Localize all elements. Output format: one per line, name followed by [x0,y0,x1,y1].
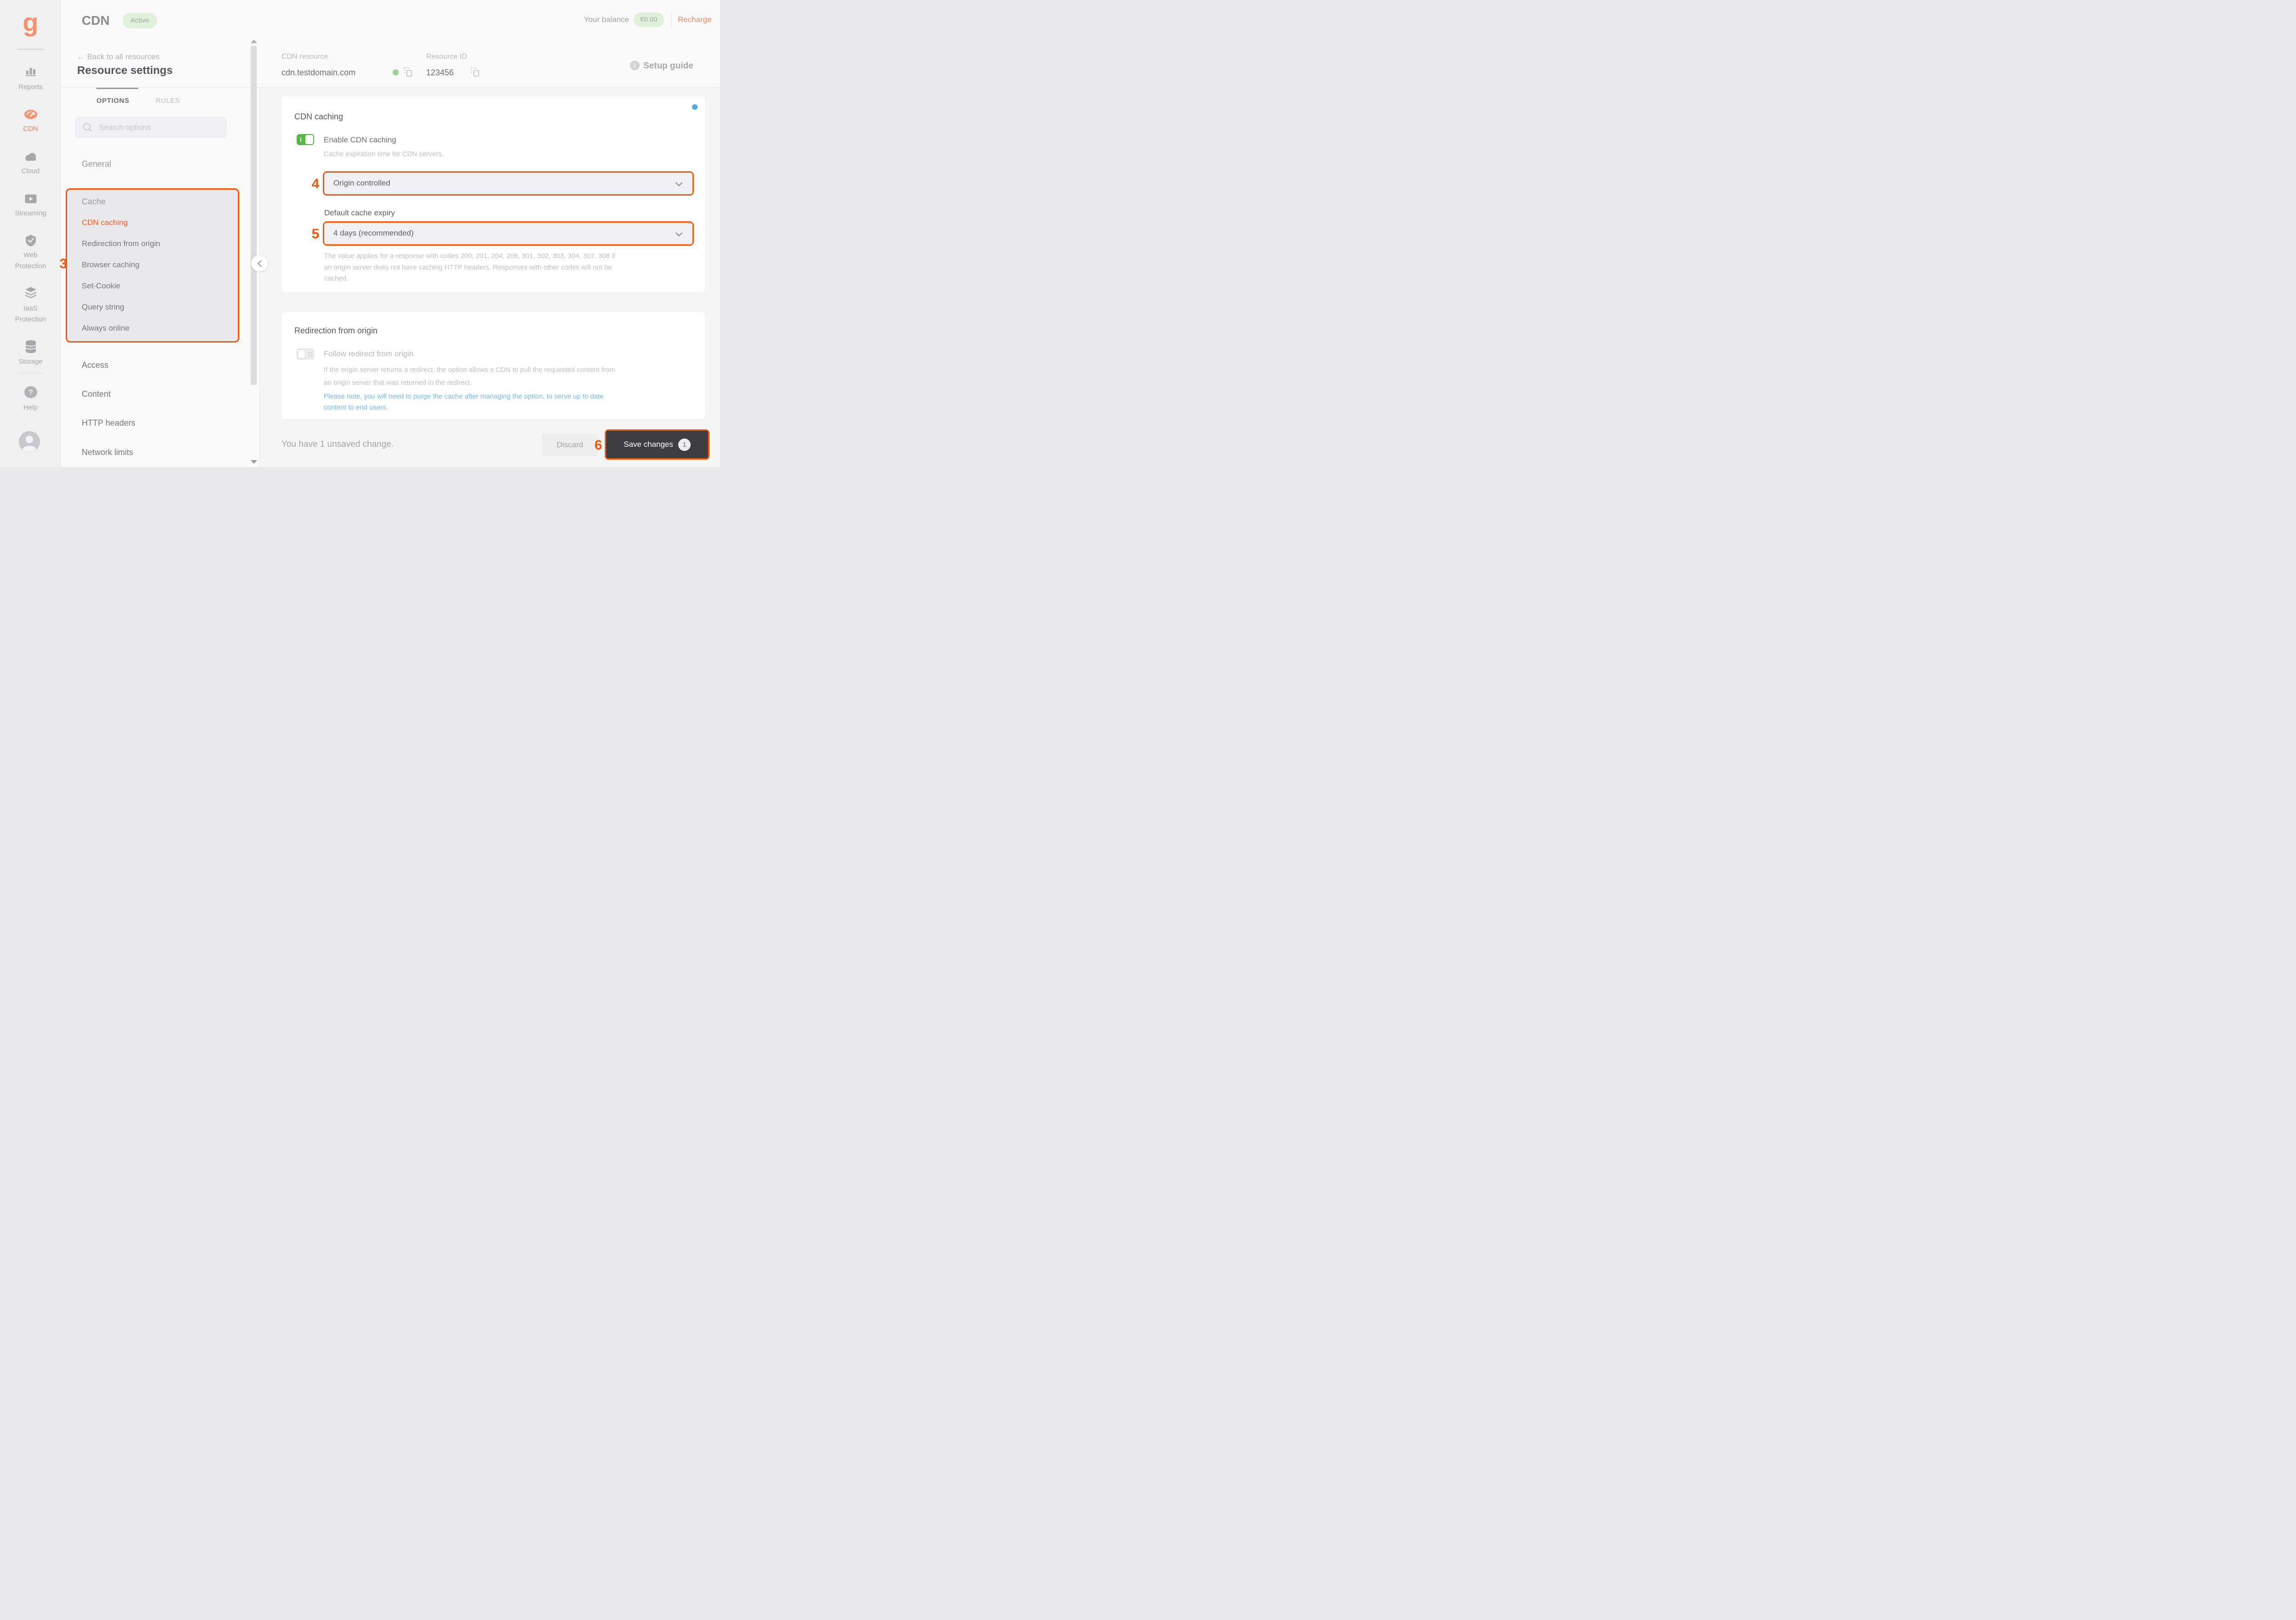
copy-id-icon[interactable] [471,67,480,79]
menu-item-set-cookie[interactable]: Set-Cookie [82,281,120,291]
follow-redirect-label: Follow redirect from origin [324,349,414,358]
cache-method-select[interactable]: Origin controlled [323,171,694,196]
cache-options-group-highlight: Cache CDN caching Redirection from origi… [66,188,239,343]
streaming-icon[interactable] [0,194,61,204]
recharge-link[interactable]: Recharge [678,15,712,24]
tab-rules[interactable]: RULES [156,97,180,105]
app-window: g Reports CDN Cloud Streaming Web Protec… [0,0,720,467]
save-changes-count-badge: 1 [678,438,691,451]
cdn-icon[interactable] [0,108,61,120]
cdn-resource-label: CDN resource [281,53,328,61]
resource-id-label: Resource ID [426,53,467,61]
save-changes-label: Save changes [624,440,673,449]
reports-icon[interactable] [0,64,61,77]
annotation-step-5: 5 [311,226,320,242]
copy-resource-icon[interactable] [404,67,413,79]
cache-expiry-value: 4 days (recommended) [333,229,414,237]
collapse-panel-button[interactable] [251,255,268,271]
annotation-step-3: 3 [59,256,68,271]
sidebar-item-reports[interactable]: Reports [0,82,61,93]
cdn-caching-card: CDN caching Enable CDN caching Cache exp… [281,96,705,292]
card-title-cdn-caching: CDN caching [294,112,343,121]
sidebar-item-cloud[interactable]: Cloud [0,166,61,177]
menu-item-redirection-from-origin[interactable]: Redirection from origin [82,239,160,248]
topbar-divider [671,11,672,29]
default-cache-expiry-label: Default cache expiry [324,208,395,217]
chevron-left-icon [258,260,262,267]
menu-item-always-online[interactable]: Always online [82,324,129,333]
scrollbar-down-arrow[interactable] [251,460,257,464]
sidebar-item-iaas-protection[interactable]: IaaS Protection [0,303,61,325]
menu-item-query-string[interactable]: Query string [82,303,124,312]
resource-status-dot [393,69,399,75]
status-badge: Active [123,13,157,28]
help-icon[interactable]: ? [0,386,61,399]
back-link[interactable]: ← Back to all resources [77,52,160,62]
section-cache[interactable]: Cache [82,197,106,207]
menu-item-access[interactable]: Access [82,360,108,370]
menu-item-content[interactable]: Content [82,389,111,399]
avatar[interactable] [18,431,40,453]
balance-label: Your balance [584,15,629,24]
layers-icon[interactable] [0,287,61,298]
balance-badge: €0.00 [634,12,664,27]
enable-cdn-caching-label: Enable CDN caching [324,135,396,144]
section-general[interactable]: General [82,159,111,169]
scrollbar-thumb[interactable] [251,46,257,385]
header-divider [61,87,720,88]
sidebar-section-divider [18,373,42,374]
panel-title: Resource settings [77,64,173,77]
info-icon[interactable]: i [630,61,640,70]
annotation-step-4: 4 [311,176,320,191]
menu-item-network-limits[interactable]: Network limits [82,448,133,457]
purge-cache-note-link[interactable]: Please note, you will need to purge the … [324,391,604,413]
svg-text:?: ? [28,389,33,397]
storage-icon[interactable] [0,340,61,354]
active-tab-indicator [96,88,138,89]
search-box [75,117,227,138]
panel-divider [259,87,260,467]
redirection-hint: If the origin server returns a redirect,… [324,366,615,387]
cache-expiry-hint: The value applies for a response with co… [324,252,615,282]
sidebar-item-help[interactable]: Help [0,402,61,413]
annotation-step-6: 6 [594,438,602,453]
sidebar-item-web-protection[interactable]: Web Protection [0,250,61,272]
cloud-icon[interactable] [0,152,61,163]
resource-id-value: 123456 [426,68,454,77]
sidebar-item-storage[interactable]: Storage [0,356,61,367]
unsaved-change-dot [692,104,698,110]
sidebar-logo-divider [17,49,44,50]
scrollbar-up-arrow[interactable] [251,39,257,43]
save-changes-highlight: Save changes 1 [605,429,709,460]
search-input[interactable] [99,117,220,138]
menu-item-http-headers[interactable]: HTTP headers [82,418,135,428]
enable-cdn-caching-toggle[interactable] [297,134,314,145]
cdn-resource-value: cdn.testdomain.com [281,68,356,77]
discard-button[interactable]: Discard [542,433,598,456]
cdn-caching-hint: Cache expiration time for CDN servers. [324,150,444,158]
cache-expiry-select[interactable]: 4 days (recommended) [323,221,694,246]
shield-icon[interactable] [0,234,61,247]
brand-logo[interactable]: g [0,7,61,37]
follow-redirect-toggle[interactable] [297,349,314,360]
tab-options[interactable]: OPTIONS [96,97,129,105]
search-icon [83,123,92,132]
page-title: CDN [82,13,110,28]
setup-guide-link[interactable]: Setup guide [643,61,693,71]
menu-item-cdn-caching[interactable]: CDN caching [82,218,128,227]
save-changes-button[interactable]: Save changes 1 [606,431,708,458]
card-title-redirection: Redirection from origin [294,326,378,335]
unsaved-changes-text: You have 1 unsaved change. [281,439,394,449]
sidebar-item-streaming[interactable]: Streaming [0,208,61,219]
chevron-down-icon [675,182,682,186]
cache-method-value: Origin controlled [333,179,390,187]
menu-item-browser-caching[interactable]: Browser caching [82,260,140,270]
redirection-card: Redirection from origin Follow redirect … [281,312,705,419]
sidebar-item-cdn[interactable]: CDN [0,124,61,135]
chevron-down-icon [675,232,682,236]
